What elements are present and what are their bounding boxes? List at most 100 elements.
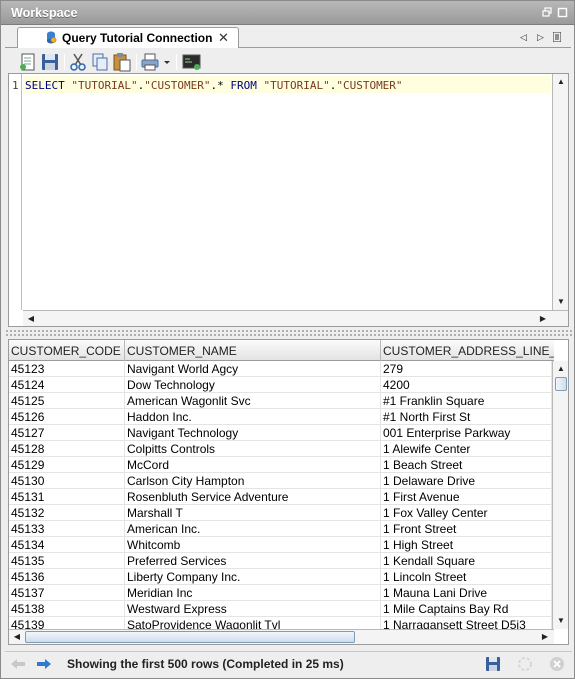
sql-text[interactable]: SELECT "TUTORIAL"."CUSTOMER".* FROM "TUT… (25, 79, 403, 92)
scroll-right-icon[interactable]: ▶ (539, 631, 551, 643)
cell-customer-address[interactable]: 1 Beach Street (381, 457, 552, 473)
cell-customer-name[interactable]: Westward Express (125, 601, 381, 617)
cell-customer-code[interactable]: 45123 (9, 361, 125, 377)
results-grid[interactable]: CUSTOMER_CODE CUSTOMER_NAME CUSTOMER_ADD… (8, 339, 569, 645)
save-results-icon[interactable] (484, 655, 502, 673)
table-row[interactable]: 45128 Colpitts Controls 1 Alewife Center (9, 441, 552, 457)
cell-customer-code[interactable]: 45138 (9, 601, 125, 617)
tab-query-tutorial-connection[interactable]: Query Tutorial Connection ✕ (17, 27, 239, 48)
cell-customer-address[interactable]: 1 Fox Valley Center (381, 505, 552, 521)
cell-customer-code[interactable]: 45127 (9, 425, 125, 441)
cell-customer-address[interactable]: #1 Franklin Square (381, 393, 552, 409)
table-row[interactable]: 45125 American Wagonlit Svc #1 Franklin Sq… (9, 393, 552, 409)
scroll-thumb[interactable] (555, 377, 567, 391)
table-row[interactable]: 45123 Navigant World Agcy 279 (9, 361, 552, 377)
table-row[interactable]: 45133 American Inc. 1 Front Street (9, 521, 552, 537)
scroll-thumb[interactable] (25, 631, 355, 643)
cell-customer-address[interactable]: #1 North First St (381, 409, 552, 425)
cell-customer-code[interactable]: 45131 (9, 489, 125, 505)
scroll-down-icon[interactable]: ▼ (555, 615, 567, 627)
cell-customer-name[interactable]: Colpitts Controls (125, 441, 381, 457)
new-document-icon[interactable] (18, 52, 38, 72)
tab-close-icon[interactable]: ✕ (218, 30, 229, 46)
cell-customer-name[interactable]: Marshall T (125, 505, 381, 521)
cell-customer-name[interactable]: Whitcomb (125, 537, 381, 553)
scroll-left-icon[interactable]: ◀ (11, 631, 23, 643)
editor-results-splitter[interactable] (5, 329, 572, 336)
dropdown-arrow-icon[interactable] (162, 52, 172, 72)
results-horizontal-scrollbar[interactable]: ◀ ▶ (9, 629, 554, 644)
scroll-right-icon[interactable]: ▶ (537, 313, 549, 325)
cell-customer-name[interactable]: Dow Technology (125, 377, 381, 393)
scroll-up-icon[interactable]: ▲ (555, 76, 567, 88)
copy-icon[interactable] (90, 52, 110, 72)
table-row[interactable]: 45124 Dow Technology 4200 (9, 377, 552, 393)
table-row[interactable]: 45129 McCord 1 Beach Street (9, 457, 552, 473)
cell-customer-name[interactable]: Rosenbluth Service Adventure (125, 489, 381, 505)
cell-customer-address[interactable]: 1 Front Street (381, 521, 552, 537)
cell-customer-name[interactable]: McCord (125, 457, 381, 473)
paste-icon[interactable] (112, 52, 132, 72)
cell-customer-address[interactable]: 001 Enterprise Parkway (381, 425, 552, 441)
maximize-icon[interactable] (557, 7, 568, 18)
cell-customer-code[interactable]: 45125 (9, 393, 125, 409)
cell-customer-code[interactable]: 45134 (9, 537, 125, 553)
tab-scroll-left-icon[interactable]: ◁ (520, 32, 527, 43)
scroll-down-icon[interactable]: ▼ (555, 296, 567, 308)
cell-customer-address[interactable]: 1 High Street (381, 537, 552, 553)
table-row[interactable]: 45132 Marshall T1 Fox Valley Center (9, 505, 552, 521)
cell-customer-name[interactable]: Meridian Inc (125, 585, 381, 601)
table-row[interactable]: 45135 Preferred Services 1 Kendall Square (9, 553, 552, 569)
cell-customer-address[interactable]: 1 Lincoln Street (381, 569, 552, 585)
cell-customer-code[interactable]: 45135 (9, 553, 125, 569)
results-vertical-scrollbar[interactable]: ▲ ▼ (552, 361, 568, 629)
console-icon[interactable] (182, 52, 202, 72)
cell-customer-name[interactable]: Carlson City Hampton (125, 473, 381, 489)
cell-customer-address[interactable]: 4200 (381, 377, 552, 393)
sql-editor[interactable]: 1 SELECT "TUTORIAL"."CUSTOMER".* FROM "T… (8, 73, 569, 327)
cut-icon[interactable] (68, 52, 88, 72)
editor-vertical-scrollbar[interactable]: ▲ ▼ (552, 74, 568, 310)
cell-customer-code[interactable]: 45133 (9, 521, 125, 537)
cell-customer-address[interactable]: 1 Kendall Square (381, 553, 552, 569)
cell-customer-code[interactable]: 45124 (9, 377, 125, 393)
cell-customer-name[interactable]: Haddon Inc. (125, 409, 381, 425)
cell-customer-name[interactable]: American Wagonlit Svc (125, 393, 381, 409)
current-line[interactable]: SELECT "TUTORIAL"."CUSTOMER".* FROM "TUT… (23, 76, 551, 93)
cell-customer-code[interactable]: 45128 (9, 441, 125, 457)
table-row[interactable]: 45130 Carlson City Hampton 1 Delaware Driv… (9, 473, 552, 489)
cell-customer-address[interactable]: 1 Alewife Center (381, 441, 552, 457)
tab-scroll-right-icon[interactable]: ▷ (537, 32, 544, 43)
cell-customer-name[interactable]: Preferred Services (125, 553, 381, 569)
table-row[interactable]: 45131 Rosenbluth Service Adventure 1 First… (9, 489, 552, 505)
editor-horizontal-scrollbar[interactable]: ◀ ▶ (23, 310, 568, 326)
print-icon[interactable] (140, 52, 160, 72)
cell-customer-address[interactable]: 279 (381, 361, 552, 377)
forward-arrow-icon[interactable] (35, 655, 53, 673)
column-header-customer-name[interactable]: CUSTOMER_NAME (125, 340, 381, 361)
table-row[interactable]: 45134 Whitcomb 1 High Street (9, 537, 552, 553)
table-row[interactable]: 45138 Westward Express 1 Mile Captains Bay… (9, 601, 552, 617)
restore-icon[interactable] (542, 7, 553, 18)
table-row[interactable]: 45126 Haddon Inc. #1 North First St (9, 409, 552, 425)
save-icon[interactable] (40, 52, 60, 72)
cell-customer-address[interactable]: 1 Mile Captains Bay Rd (381, 601, 552, 617)
cell-customer-code[interactable]: 45137 (9, 585, 125, 601)
column-header-customer-address[interactable]: CUSTOMER_ADDRESS_LINE_ (381, 340, 554, 361)
cell-customer-code[interactable]: 45136 (9, 569, 125, 585)
cell-customer-name[interactable]: American Inc. (125, 521, 381, 537)
table-row[interactable]: 45127 Navigant Technology 001 Enterprise P… (9, 425, 552, 441)
cancel-icon[interactable] (548, 655, 566, 673)
cell-customer-address[interactable]: 1 Mauna Lani Drive (381, 585, 552, 601)
cell-customer-address[interactable]: 1 Delaware Drive (381, 473, 552, 489)
table-row[interactable]: 45136 Liberty Company Inc. 1 Lincoln Stree… (9, 569, 552, 585)
cell-customer-code[interactable]: 45132 (9, 505, 125, 521)
table-row[interactable]: 45137 Meridian Inc 1 Mauna Lani Drive (9, 585, 552, 601)
column-header-customer-code[interactable]: CUSTOMER_CODE (9, 340, 125, 361)
scroll-left-icon[interactable]: ◀ (25, 313, 37, 325)
cell-customer-code[interactable]: 45130 (9, 473, 125, 489)
cell-customer-code[interactable]: 45129 (9, 457, 125, 473)
cell-customer-address[interactable]: 1 First Avenue (381, 489, 552, 505)
tab-list-icon[interactable] (552, 31, 562, 44)
cell-customer-code[interactable]: 45126 (9, 409, 125, 425)
